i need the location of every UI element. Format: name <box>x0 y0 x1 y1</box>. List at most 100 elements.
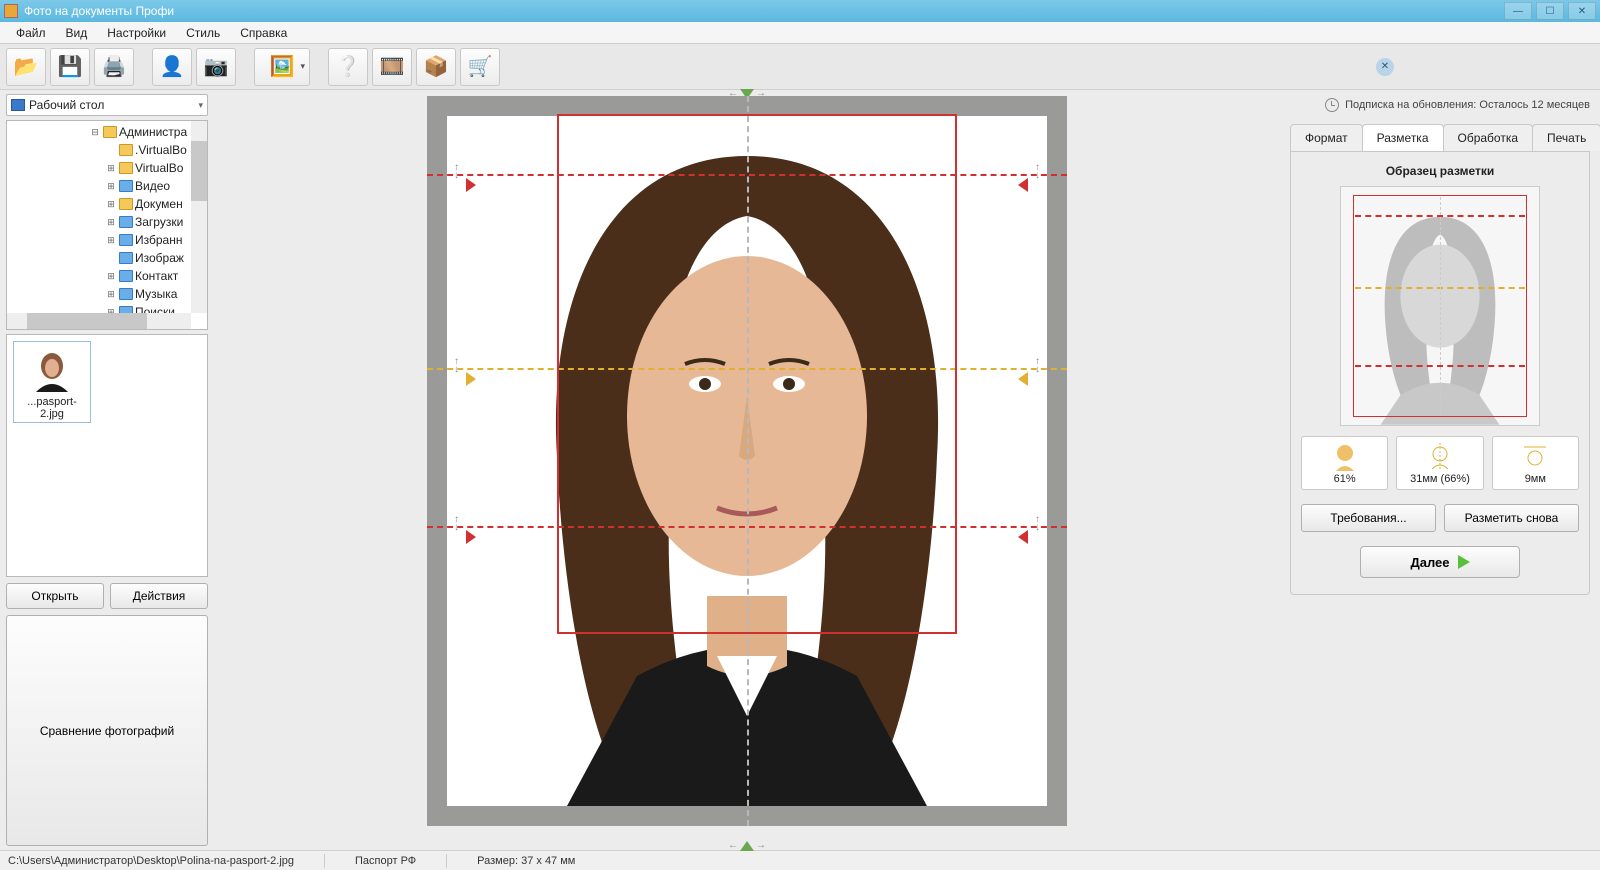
tree-node[interactable]: .VirtualBo <box>9 141 205 159</box>
actions-button[interactable]: Действия <box>110 583 208 609</box>
status-size: Размер: 37 x 47 мм <box>477 855 575 867</box>
tab-print[interactable]: Печать <box>1532 124 1600 151</box>
open-button[interactable]: Открыть <box>6 583 104 609</box>
guide-updown[interactable]: ↑↓ <box>454 164 459 180</box>
head-icon <box>1330 441 1360 471</box>
bottom-guide-handle[interactable]: ← → <box>728 840 766 851</box>
top-right-marker[interactable] <box>1018 178 1028 192</box>
tree-label: Избранн <box>135 233 182 247</box>
toolbar-save-button[interactable]: 💾 <box>50 48 90 86</box>
toolbar-camera-button[interactable]: 📷 <box>196 48 236 86</box>
folder-open-icon: 📂 <box>14 54 39 79</box>
person-icon: 👤 <box>160 54 185 79</box>
toolbar: 📂 💾 🖨️ 👤 📷 🖼️ ❔ 🎞️ 📦 🛒 ✕ <box>0 44 1600 90</box>
chin-line <box>427 526 1067 528</box>
chin-left-marker[interactable] <box>466 530 476 544</box>
drive-label: Рабочий стол <box>29 98 104 112</box>
tree-expander-icon[interactable]: ⊞ <box>105 199 117 210</box>
tree-node[interactable]: Изображ <box>9 249 205 267</box>
tree-node[interactable]: ⊟Администра <box>9 123 205 141</box>
remark-button[interactable]: Разметить снова <box>1444 504 1579 532</box>
app-title: Фото на документы Профи <box>24 4 1504 18</box>
toolbar-close-icon[interactable]: ✕ <box>1376 58 1394 76</box>
triangle-up-icon <box>740 841 754 851</box>
requirements-button[interactable]: Требования... <box>1301 504 1436 532</box>
chin-right-marker[interactable] <box>1018 530 1028 544</box>
tree-horizontal-scrollbar[interactable] <box>7 313 191 329</box>
tab-processing[interactable]: Обработка <box>1443 124 1534 151</box>
tree-label: .VirtualBo <box>135 143 187 157</box>
toolbar-update-button[interactable]: 📦 <box>416 48 456 86</box>
tree-label: Видео <box>135 179 170 193</box>
toolbar-video-button[interactable]: 🎞️ <box>372 48 412 86</box>
menu-style[interactable]: Стиль <box>176 23 230 43</box>
tree-expander-icon[interactable]: ⊞ <box>105 289 117 300</box>
eye-left-marker[interactable] <box>466 372 476 386</box>
tree-label: Загрузки <box>135 215 183 229</box>
thumbnail-image <box>16 344 88 394</box>
toolbar-profile-button[interactable]: 👤 <box>152 48 192 86</box>
tree-expander-icon[interactable]: ⊞ <box>105 163 117 174</box>
tree-vertical-scrollbar[interactable] <box>191 121 207 313</box>
toolbar-preview-button[interactable]: 🖼️ <box>254 48 310 86</box>
tree-node[interactable]: ⊞ Видео <box>9 177 205 195</box>
guide-updown[interactable]: ↑↓ <box>454 358 459 374</box>
canvas[interactable] <box>427 96 1067 826</box>
minimize-button[interactable]: — <box>1504 2 1532 20</box>
next-button[interactable]: Далее <box>1360 546 1520 578</box>
floppy-icon: 💾 <box>58 54 83 79</box>
drive-selector[interactable]: Рабочий стол <box>6 94 208 116</box>
drive-icon <box>11 99 25 111</box>
next-label: Далее <box>1410 555 1449 570</box>
metric-face-height[interactable]: 31мм (66%) <box>1396 436 1483 490</box>
folder-icon <box>119 252 133 264</box>
tree-expander-icon[interactable]: ⊟ <box>89 127 101 138</box>
tab-markup[interactable]: Разметка <box>1362 124 1444 151</box>
margin-icon <box>1520 441 1550 471</box>
folder-icon <box>119 234 133 246</box>
tree-node[interactable]: ⊞ Избранн <box>9 231 205 249</box>
face-height-icon <box>1425 441 1455 471</box>
tree-node[interactable]: ⊞VirtualBo <box>9 159 205 177</box>
close-button[interactable]: ✕ <box>1568 2 1596 20</box>
toolbar-cart-button[interactable]: 🛒 <box>460 48 500 86</box>
tree-node[interactable]: ⊞Контакт <box>9 267 205 285</box>
toolbar-help-button[interactable]: ❔ <box>328 48 368 86</box>
metric-top-margin[interactable]: 9мм <box>1492 436 1579 490</box>
tree-expander-icon[interactable]: ⊞ <box>105 217 117 228</box>
cart-icon: 🛒 <box>468 54 493 79</box>
folder-tree[interactable]: ⊟Администра.VirtualBo⊞VirtualBo⊞Видео⊞До… <box>6 120 208 330</box>
editor-area: ← → ← → <box>214 90 1280 850</box>
menu-file[interactable]: Файл <box>6 23 56 43</box>
menu-view[interactable]: Вид <box>56 23 98 43</box>
tree-node[interactable]: ⊞Докумен <box>9 195 205 213</box>
guide-updown[interactable]: ↑↓ <box>1035 516 1040 532</box>
guide-updown[interactable]: ↑↓ <box>1035 164 1040 180</box>
markup-sample <box>1340 186 1540 426</box>
toolbar-open-button[interactable]: 📂 <box>6 48 46 86</box>
tree-expander-icon[interactable]: ⊞ <box>105 181 117 192</box>
help-icon: ❔ <box>336 54 361 79</box>
metric-head-ratio[interactable]: 61% <box>1301 436 1388 490</box>
eye-right-marker[interactable] <box>1018 372 1028 386</box>
toolbar-print-button[interactable]: 🖨️ <box>94 48 134 86</box>
thumbnail-item[interactable]: ...pasport-2.jpg <box>13 341 91 423</box>
tree-expander-icon[interactable]: ⊞ <box>105 235 117 246</box>
guide-updown[interactable]: ↑↓ <box>1035 358 1040 374</box>
panel-title: Образец разметки <box>1301 164 1579 178</box>
maximize-button[interactable]: ☐ <box>1536 2 1564 20</box>
top-left-marker[interactable] <box>466 178 476 192</box>
camera-icon: 📷 <box>204 54 229 79</box>
tree-node[interactable]: ⊞Музыка <box>9 285 205 303</box>
folder-icon <box>119 198 133 210</box>
tree-expander-icon[interactable]: ⊞ <box>105 271 117 282</box>
guide-updown[interactable]: ↑↓ <box>454 516 459 532</box>
tab-format[interactable]: Формат <box>1290 124 1363 151</box>
right-tabs: Формат Разметка Обработка Печать <box>1290 124 1590 152</box>
menu-help[interactable]: Справка <box>230 23 297 43</box>
box-icon: 📦 <box>424 54 449 79</box>
tree-node[interactable]: ⊞ Загрузки <box>9 213 205 231</box>
menu-settings[interactable]: Настройки <box>97 23 176 43</box>
picture-icon: 🖼️ <box>270 54 295 79</box>
compare-button[interactable]: Сравнение фотографий <box>6 615 208 846</box>
